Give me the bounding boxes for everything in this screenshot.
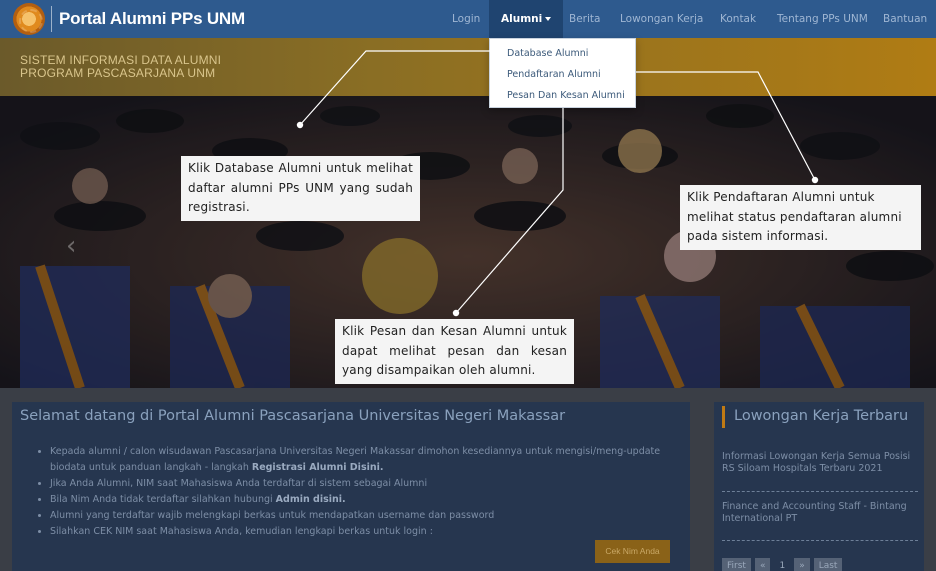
nav-kontak[interactable]: Kontak [720,0,756,38]
menu-item-pesan-kesan[interactable]: Pesan Dan Kesan Alumni [507,90,625,101]
unm-logo-icon [13,3,45,35]
pager-page[interactable]: 1 [774,558,790,571]
sidebar-title: Lowongan Kerja Terbaru [734,408,909,424]
nav-login[interactable]: Login [452,0,480,38]
admin-link[interactable]: Admin disini. [276,494,346,505]
job-sidebar: Lowongan Kerja Terbaru Informasi Lowonga… [714,402,924,571]
list-item: Silahkan CEK NIM saat Mahasiswa Anda, ke… [50,524,665,540]
pager-last[interactable]: Last [813,558,843,571]
welcome-title: Selamat datang di Portal Alumni Pascasar… [20,408,566,424]
list-item-text: Silahkan CEK NIM saat Mahasiswa Anda, ke… [50,526,433,537]
pager-next[interactable]: » [794,558,810,571]
pagination: First « 1 » Last [722,558,843,571]
brand-name: Portal Alumni PPs UNM [59,9,245,28]
list-item: Bila Nim Anda tidak terdaftar silahkan h… [50,492,665,508]
menu-item-pendaftaran-alumni[interactable]: Pendaftaran Alumni [507,69,601,80]
registrasi-link[interactable]: Registrasi Alumni Disini. [252,462,384,473]
list-item: Jika Anda Alumni, NIM saat Mahasiswa And… [50,476,665,492]
nav-bantuan[interactable]: Bantuan [883,0,927,38]
brand-divider [51,6,52,32]
banner-line-1: SISTEM INFORMASI DATA ALUMNI [20,53,222,67]
list-item: Kepada alumni / calon wisudawan Pascasar… [50,444,665,476]
list-item-text: Bila Nim Anda tidak terdaftar silahkan h… [50,494,276,505]
pager-first[interactable]: First [722,558,751,571]
list-item: Alumni yang terdaftar wajib melengkapi b… [50,508,665,524]
pager-prev[interactable]: « [754,558,771,571]
nav-berita[interactable]: Berita [569,0,600,38]
callout-pesan-kesan: Klik Pesan dan Kesan Alumni untuk dapat … [335,319,574,384]
nav-alumni[interactable]: Alumni [489,0,564,38]
welcome-list: Kepada alumni / calon wisudawan Pascasar… [50,444,665,540]
divider [722,491,918,492]
nav-alumni-label: Alumni [501,13,543,25]
list-item-text: Jika Anda Alumni, NIM saat Mahasiswa And… [50,478,428,489]
brand[interactable]: Portal Alumni PPs UNM [13,2,245,36]
callout-database-alumni: Klik Database Alumni untuk melihat dafta… [181,156,420,221]
banner-line-2: PROGRAM PASCASARJANA UNM [20,66,216,80]
job-link[interactable]: Informasi Lowongan Kerja Semua Posisi RS… [722,451,918,475]
caret-down-icon [545,17,552,21]
nav-tentang[interactable]: Tentang PPs UNM [777,0,868,38]
list-item-text: Alumni yang terdaftar wajib melengkapi b… [50,510,495,521]
alumni-dropdown-menu: Database Alumni Pendaftaran Alumni Pesan… [489,38,636,108]
cek-nim-button[interactable]: Cek Nim Anda [595,540,670,563]
job-link[interactable]: Finance and Accounting Staff - Bintang I… [722,501,918,525]
welcome-panel: Selamat datang di Portal Alumni Pascasar… [12,402,690,571]
callout-pendaftaran-alumni: Klik Pendaftaran Alumni untuk melihat st… [680,185,921,250]
menu-item-database-alumni[interactable]: Database Alumni [507,48,588,59]
nav-lowongan-kerja[interactable]: Lowongan Kerja [620,0,703,38]
divider [722,540,918,541]
carousel-prev-icon[interactable]: ‹ [66,231,76,261]
site-banner: SISTEM INFORMASI DATA ALUMNI PROGRAM PAS… [0,38,936,96]
title-accent [722,406,725,428]
navbar: Portal Alumni PPs UNM Login Alumni Berit… [0,0,936,38]
